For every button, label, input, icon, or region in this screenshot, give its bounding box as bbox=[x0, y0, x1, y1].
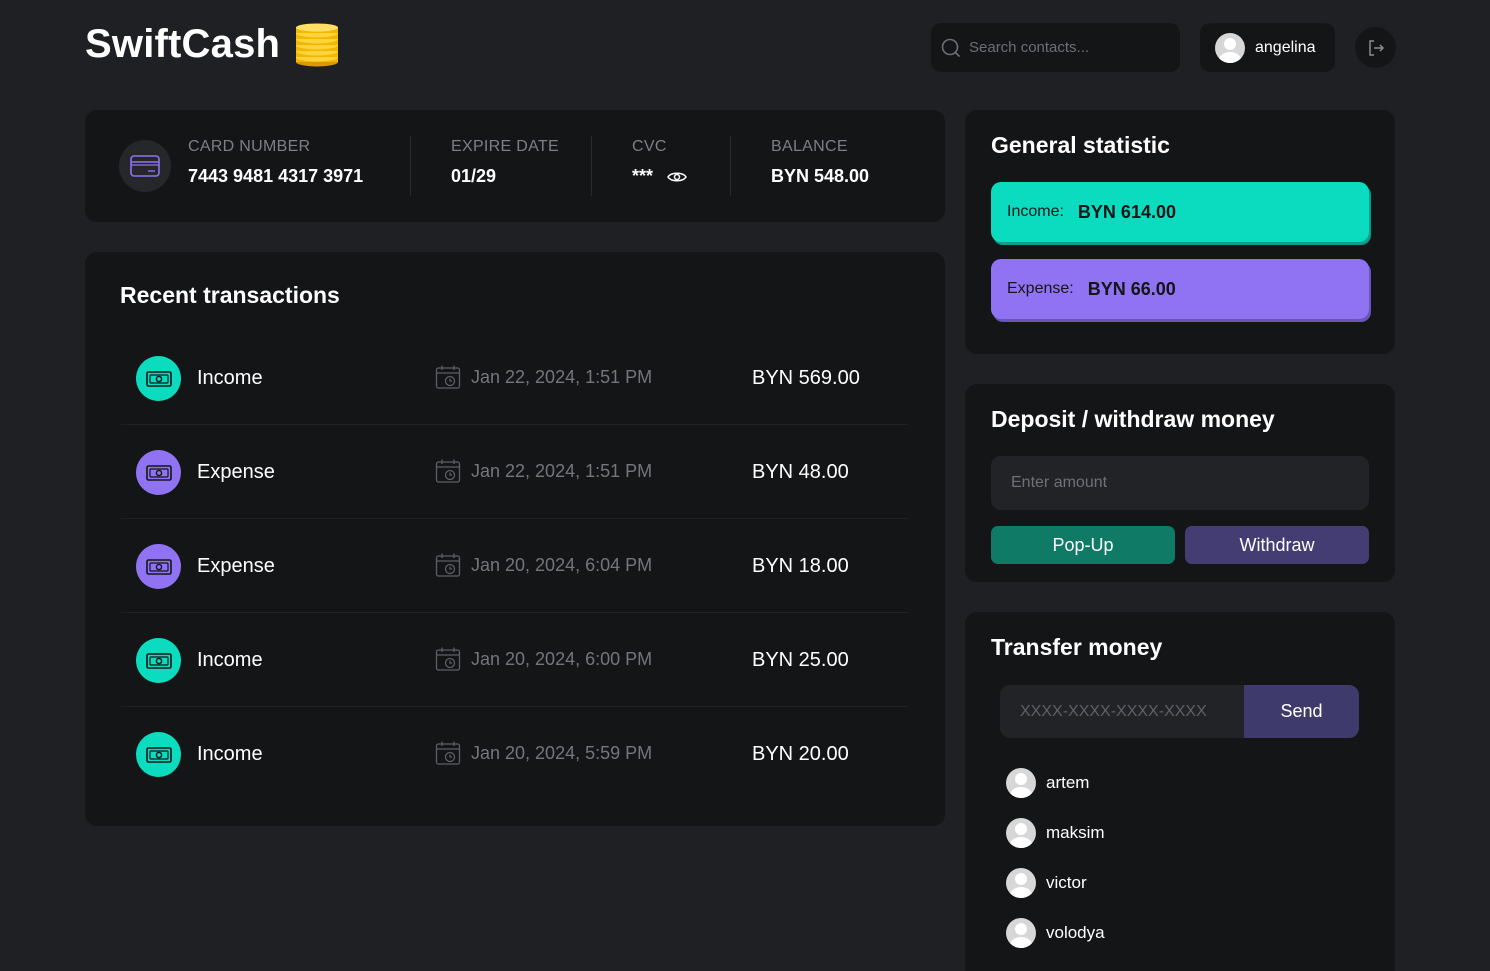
transaction-type: Expense bbox=[197, 555, 275, 577]
logout-button[interactable] bbox=[1355, 27, 1396, 68]
divider bbox=[410, 136, 411, 196]
transaction-type: Income bbox=[197, 649, 263, 671]
transaction-row[interactable]: Income Jan 20, 2024, 6:00 PM BYN 25.00 bbox=[121, 613, 908, 707]
expense-stat-label: Expense: bbox=[1007, 280, 1074, 297]
transaction-date-text: Jan 20, 2024, 6:04 PM bbox=[471, 554, 653, 575]
app-title: SwiftCash bbox=[85, 22, 281, 66]
calendar-clock-icon bbox=[435, 459, 461, 483]
send-button[interactable]: Send bbox=[1244, 685, 1359, 738]
logout-icon bbox=[1368, 39, 1384, 56]
cash-icon bbox=[136, 450, 181, 495]
expire-date-field: EXPIRE DATE 01/29 bbox=[451, 138, 559, 187]
transaction-type: Expense bbox=[197, 461, 275, 483]
general-statistic-panel: General statistic Income: BYN 614.00 Exp… bbox=[965, 110, 1395, 354]
withdraw-button[interactable]: Withdraw bbox=[1185, 526, 1369, 564]
transaction-date-text: Jan 22, 2024, 1:51 PM bbox=[471, 460, 653, 481]
eye-icon[interactable] bbox=[667, 170, 687, 184]
cvc-field: CVC *** bbox=[632, 138, 687, 187]
cvc-value: *** bbox=[632, 166, 654, 186]
recent-transactions-title: Recent transactions bbox=[120, 282, 340, 308]
transaction-date: Jan 22, 2024, 1:51 PM bbox=[435, 364, 652, 390]
card-number-value: 7443 9481 4317 3971 bbox=[188, 166, 364, 186]
username: angelina bbox=[1255, 38, 1316, 56]
contact-name: artem bbox=[1046, 773, 1090, 792]
deposit-withdraw-title: Deposit / withdraw money bbox=[991, 406, 1275, 432]
cash-icon bbox=[136, 638, 181, 683]
transaction-amount: BYN 25.00 bbox=[752, 649, 849, 671]
transaction-date-text: Jan 20, 2024, 5:59 PM bbox=[471, 742, 653, 763]
popup-button[interactable]: Pop-Up bbox=[991, 526, 1175, 564]
card-number-input[interactable] bbox=[1000, 685, 1244, 738]
calendar-clock-icon bbox=[435, 365, 461, 389]
transaction-date-text: Jan 22, 2024, 1:51 PM bbox=[471, 366, 653, 387]
balance-label: BALANCE bbox=[771, 138, 848, 155]
income-stat: Income: BYN 614.00 bbox=[991, 182, 1369, 242]
card-number-label: CARD NUMBER bbox=[188, 138, 311, 155]
amount-input[interactable] bbox=[991, 456, 1369, 510]
divider bbox=[591, 136, 592, 196]
expense-stat-value: BYN 66.00 bbox=[1087, 278, 1176, 299]
cash-icon bbox=[136, 544, 181, 589]
contact-avatar bbox=[1006, 918, 1036, 948]
expense-stat: Expense: BYN 66.00 bbox=[991, 259, 1369, 319]
calendar-clock-icon bbox=[435, 553, 461, 577]
search-input[interactable] bbox=[969, 39, 1169, 56]
transaction-row[interactable]: Income Jan 22, 2024, 1:51 PM BYN 569.00 bbox=[121, 331, 908, 425]
transaction-date: Jan 20, 2024, 6:04 PM bbox=[435, 552, 652, 578]
cash-icon bbox=[136, 356, 181, 401]
transaction-row[interactable]: Expense Jan 20, 2024, 6:04 PM BYN 18.00 bbox=[121, 519, 908, 613]
balance-field: BALANCE BYN 548.00 bbox=[771, 138, 869, 187]
transaction-type: Income bbox=[197, 743, 263, 765]
contact-avatar bbox=[1006, 768, 1036, 798]
expire-date-label: EXPIRE DATE bbox=[451, 138, 559, 155]
transaction-amount: BYN 48.00 bbox=[752, 461, 849, 483]
contact-name: volodya bbox=[1046, 923, 1105, 942]
divider bbox=[730, 136, 731, 196]
expire-date-value: 01/29 bbox=[451, 166, 497, 186]
calendar-clock-icon bbox=[435, 647, 461, 671]
search-box[interactable] bbox=[931, 23, 1180, 72]
income-stat-value: BYN 614.00 bbox=[1077, 201, 1176, 222]
balance-value: BYN 548.00 bbox=[771, 166, 870, 186]
transaction-row[interactable]: Income Jan 20, 2024, 5:59 PM BYN 20.00 bbox=[121, 707, 908, 801]
coins-stack-icon bbox=[296, 23, 339, 66]
app-logo: SwiftCash bbox=[85, 22, 340, 67]
transaction-amount: BYN 20.00 bbox=[752, 743, 849, 765]
transaction-date-text: Jan 20, 2024, 6:00 PM bbox=[471, 648, 653, 669]
card-info-panel: CARD NUMBER 7443 9481 4317 3971 EXPIRE D… bbox=[85, 110, 945, 222]
contact-name: victor bbox=[1046, 873, 1087, 892]
transfer-form: Send bbox=[1000, 685, 1359, 738]
contact-avatar bbox=[1006, 818, 1036, 848]
transaction-date: Jan 20, 2024, 5:59 PM bbox=[435, 740, 652, 766]
transfer-money-panel: Transfer money Send artem maksim victor vol… bbox=[965, 612, 1395, 971]
contact-avatar bbox=[1006, 868, 1036, 898]
calendar-clock-icon bbox=[435, 741, 461, 765]
transfer-money-title: Transfer money bbox=[991, 634, 1163, 660]
contact-name: maksim bbox=[1046, 823, 1105, 842]
contact-item[interactable]: volodya bbox=[1006, 918, 1105, 948]
recent-transactions-panel: Recent transactions Income Jan 22, 2024, … bbox=[85, 252, 945, 826]
contact-item[interactable]: maksim bbox=[1006, 818, 1105, 848]
transaction-date: Jan 22, 2024, 1:51 PM bbox=[435, 458, 652, 484]
contact-item[interactable]: artem bbox=[1006, 768, 1089, 798]
cash-icon bbox=[136, 732, 181, 777]
cvc-row: *** bbox=[632, 166, 687, 187]
card-number-field: CARD NUMBER 7443 9481 4317 3971 bbox=[188, 138, 363, 187]
transaction-type: Income bbox=[197, 367, 263, 389]
user-profile-button[interactable]: angelina bbox=[1200, 23, 1335, 72]
transaction-amount: BYN 18.00 bbox=[752, 555, 849, 577]
transaction-row[interactable]: Expense Jan 22, 2024, 1:51 PM BYN 48.00 bbox=[121, 425, 908, 519]
income-stat-label: Income: bbox=[1007, 203, 1064, 220]
search-icon bbox=[941, 38, 961, 57]
transaction-date: Jan 20, 2024, 6:00 PM bbox=[435, 646, 652, 672]
user-avatar bbox=[1215, 32, 1245, 63]
credit-card-icon bbox=[119, 140, 171, 192]
general-statistic-title: General statistic bbox=[991, 132, 1170, 158]
transaction-amount: BYN 569.00 bbox=[752, 367, 860, 389]
deposit-withdraw-panel: Deposit / withdraw money Pop-Up Withdraw bbox=[965, 384, 1395, 582]
cvc-label: CVC bbox=[632, 138, 667, 155]
contact-item[interactable]: victor bbox=[1006, 868, 1087, 898]
